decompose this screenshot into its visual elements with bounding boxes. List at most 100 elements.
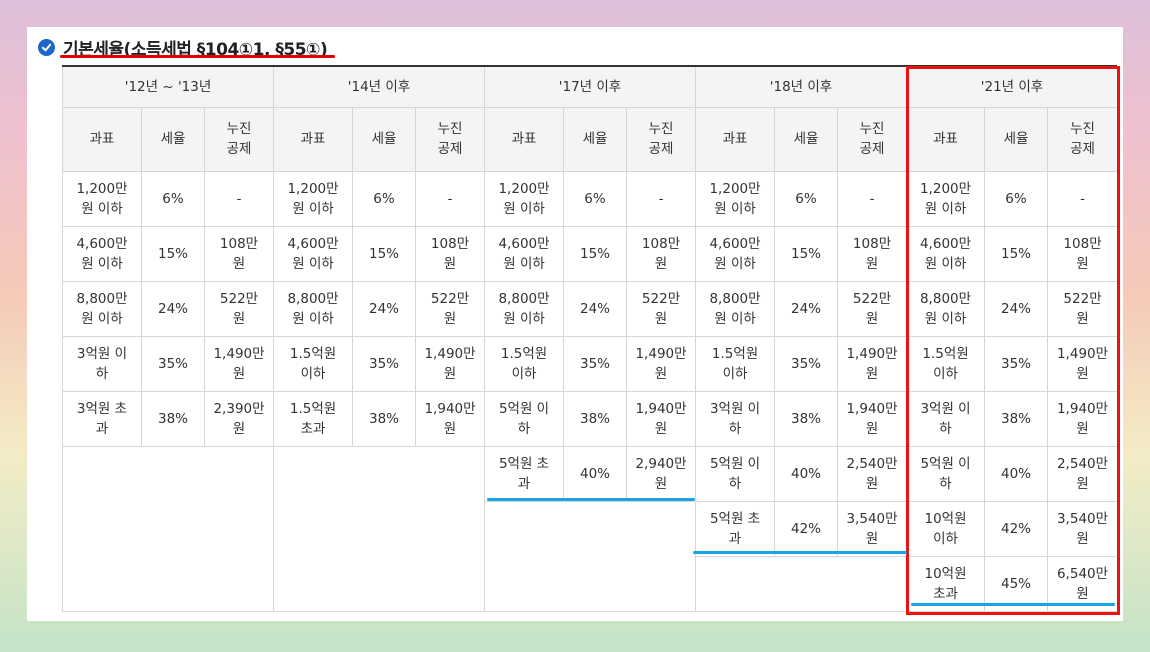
tax-rate-cell: 38% — [352, 390, 417, 447]
deduction-cell: 108만 원 — [626, 225, 697, 282]
deduction-cell: 522만 원 — [415, 280, 486, 337]
check-circle-icon — [38, 38, 55, 56]
tax-rate-cell: 15% — [352, 225, 417, 282]
tax-rate-cell: 38% — [774, 390, 839, 447]
table-row: 8,800만 원 이하 24% 522만 원 8,800만 원 이하 24% 522만 원… — [62, 280, 1119, 337]
tax-base-cell: 4,600만 원 이하 — [906, 225, 986, 282]
tax-rate-cell: 35% — [774, 335, 839, 392]
tax-base-cell: 1,200만 원 이하 — [695, 170, 776, 227]
tax-rate-cell: 6% — [774, 170, 839, 227]
tax-base-cell: 8,800만 원 이하 — [273, 280, 354, 337]
deduction-cell: - — [626, 170, 697, 227]
period-header: '21년 이후 — [906, 67, 1119, 108]
deduction-cell: 522만 원 — [626, 280, 697, 337]
table-row: 4,600만 원 이하 15% 108만 원 4,600만 원 이하 15% 108만 원… — [62, 225, 1119, 282]
base-header: 과표 — [906, 106, 986, 172]
title-red-underline — [60, 55, 335, 58]
table-row: 5억원 초 과 40% 2,940만 원 5억원 이 하 40% 2,540만 원 5억원 … — [61, 445, 1119, 612]
tax-rate-cell: 38% — [563, 390, 628, 447]
base-header: 과표 — [695, 106, 776, 172]
blue-underline-2018 — [693, 551, 907, 554]
tax-rate-cell: 6% — [141, 170, 205, 227]
tax-rate-table: '12년 ~ '13년 '14년 이후 '17년 이후 '18년 이후 '21년 이후 과… — [61, 67, 1119, 612]
tax-base-cell: 5억원 초 과 — [484, 445, 565, 502]
deduction-cell: 522만 원 — [1047, 280, 1119, 337]
tax-base-cell: 1,200만 원 이하 — [62, 170, 142, 227]
base-header: 과표 — [484, 106, 565, 172]
deduction-cell: - — [837, 170, 908, 227]
tax-rate-cell: 42% — [774, 500, 839, 557]
deduction-cell: - — [1047, 170, 1119, 227]
deduction-cell: 2,390만 원 — [203, 390, 275, 447]
tax-rate-cell: 6% — [352, 170, 417, 227]
rate-header: 세율 — [774, 106, 839, 172]
empty-cell — [484, 500, 697, 612]
deduction-cell: 108만 원 — [1047, 225, 1119, 282]
content-panel: 기본세율(소득세법 §104①1, §55①) '12년 ~ '13년 '14년 … — [27, 27, 1123, 621]
blue-underline-2017 — [487, 498, 695, 501]
period-header: '12년 ~ '13년 — [61, 67, 275, 108]
table-row: 1,200만 원 이하 6% -1,200만 원 이하 6% -1,200만 원 이하 6… — [62, 170, 1119, 227]
tax-base-cell: 8,800만 원 이하 — [906, 280, 986, 337]
tax-rate-cell: 35% — [141, 335, 205, 392]
deduction-cell: 1,940만 원 — [1047, 390, 1119, 447]
tax-base-cell: 4,600만 원 이하 — [695, 225, 776, 282]
tax-rate-cell: 15% — [984, 225, 1049, 282]
deduction-cell: 108만 원 — [837, 225, 908, 282]
tax-rate-cell: 24% — [774, 280, 839, 337]
deduction-cell: 1,940만 원 — [837, 390, 908, 447]
base-header: 과표 — [62, 106, 142, 172]
tax-base-cell: 8,800만 원 이하 — [484, 280, 565, 337]
deduction-cell: 108만 원 — [415, 225, 486, 282]
deduction-header: 누진 공제 — [837, 106, 908, 172]
deduction-header: 누진 공제 — [626, 106, 697, 172]
tax-base-cell: 8,800만 원 이하 — [695, 280, 776, 337]
deduction-cell: 522만 원 — [203, 280, 275, 337]
deduction-cell: 3,540만 원 — [1047, 500, 1119, 557]
tax-base-cell: 5억원 초 과 — [695, 500, 776, 557]
tax-base-cell: 1.5억원 초과 — [273, 390, 354, 447]
rate-header: 세율 — [352, 106, 417, 172]
deduction-cell: - — [203, 170, 275, 227]
tax-base-cell: 10억원 이하 — [906, 500, 986, 557]
tax-base-cell: 5억원 이 하 — [906, 445, 986, 502]
period-header: '18년 이후 — [695, 67, 908, 108]
tax-rate-cell: 6% — [984, 170, 1049, 227]
tax-base-cell: 3억원 초 과 — [62, 390, 142, 447]
tax-rate-cell: 42% — [984, 500, 1049, 557]
table-row: 3억원 초 과 38% 2,390만 원 1.5억원 초과 38% 1,940만 원 5억원… — [62, 390, 1119, 447]
deduction-cell: 2,540만 원 — [837, 445, 908, 502]
base-header: 과표 — [273, 106, 354, 172]
table-row: 3억원 이 하 35% 1,490만 원 1.5억원 이하 35% 1,490만 원 1.5… — [62, 335, 1119, 392]
tax-base-cell: 4,600만 원 이하 — [484, 225, 565, 282]
blue-underline-2021 — [911, 603, 1115, 606]
tax-rate-cell: 15% — [141, 225, 205, 282]
tax-base-cell: 8,800만 원 이하 — [62, 280, 142, 337]
deduction-cell: 1,940만 원 — [415, 390, 486, 447]
tax-base-cell: 1.5억원 이하 — [695, 335, 776, 392]
period-header: '14년 이후 — [273, 67, 486, 108]
rate-header: 세율 — [141, 106, 205, 172]
tax-rate-cell: 24% — [984, 280, 1049, 337]
empty-cell — [273, 445, 486, 612]
tax-base-cell: 3억원 이 하 — [906, 390, 986, 447]
empty-cell — [695, 555, 908, 612]
deduction-cell: 1,490만 원 — [837, 335, 908, 392]
tax-base-cell: 1,200만 원 이하 — [273, 170, 354, 227]
deduction-cell: 522만 원 — [837, 280, 908, 337]
deduction-header: 누진 공제 — [203, 106, 275, 172]
tax-base-cell: 4,600만 원 이하 — [62, 225, 142, 282]
deduction-cell: 2,940만 원 — [626, 445, 697, 502]
tax-rate-cell: 24% — [141, 280, 205, 337]
empty-cell — [61, 445, 275, 612]
deduction-cell: - — [415, 170, 486, 227]
deduction-cell: 1,490만 원 — [415, 335, 486, 392]
tax-rate-cell: 35% — [984, 335, 1049, 392]
deduction-cell: 108만 원 — [203, 225, 275, 282]
tax-base-cell: 1,200만 원 이하 — [484, 170, 565, 227]
deduction-cell: 1,490만 원 — [626, 335, 697, 392]
tax-base-cell: 1.5억원 이하 — [906, 335, 986, 392]
tax-base-cell: 1.5억원 이하 — [484, 335, 565, 392]
deduction-cell: 1,490만 원 — [203, 335, 275, 392]
deduction-cell: 3,540만 원 — [837, 500, 908, 557]
